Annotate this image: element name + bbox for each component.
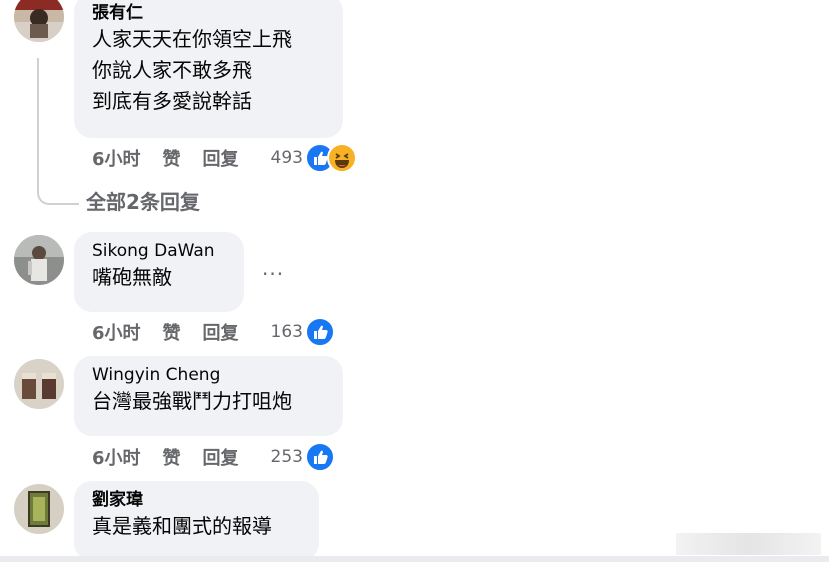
reaction-count[interactable]: 253 bbox=[271, 447, 303, 467]
like-button[interactable]: 赞 bbox=[163, 444, 181, 470]
reply-button[interactable]: 回复 bbox=[203, 319, 239, 345]
comment-time[interactable]: 6小时 bbox=[92, 145, 141, 171]
comment-text-line: 到底有多愛說幹話 bbox=[92, 89, 252, 113]
comment-actions: 6小时 赞 回复 163 bbox=[92, 317, 335, 347]
avatar[interactable] bbox=[14, 235, 64, 285]
watermark bbox=[676, 533, 821, 555]
avatar[interactable] bbox=[14, 359, 64, 409]
like-icon[interactable] bbox=[304, 442, 335, 472]
avatar-image bbox=[14, 484, 64, 534]
comment-bubble: 張有仁 人家天天在你領空上飛 你說人家不敢多飛 到底有多愛說幹話 bbox=[74, 0, 343, 138]
avatar[interactable] bbox=[14, 0, 64, 42]
comment-text-line: 你說人家不敢多飛 bbox=[92, 58, 252, 82]
comment-author[interactable]: Sikong DaWan bbox=[92, 240, 226, 262]
comment-text-line: 真是義和團式的報導 bbox=[92, 514, 272, 538]
comment-time[interactable]: 6小时 bbox=[92, 319, 141, 345]
comment-bubble: 劉家瑋 真是義和團式的報導 bbox=[74, 481, 319, 561]
comment-bubble: Sikong DaWan 嘴砲無敵 bbox=[74, 232, 244, 312]
avatar-image bbox=[14, 359, 64, 409]
avatar-image bbox=[14, 235, 64, 285]
thread-connector-line bbox=[37, 58, 79, 205]
avatar[interactable] bbox=[14, 484, 64, 534]
haha-icon[interactable] bbox=[326, 143, 357, 173]
comment-actions: 6小时 赞 回复 493 bbox=[92, 143, 357, 173]
comment-author[interactable]: Wingyin Cheng bbox=[92, 364, 325, 386]
comment-bubble: Wingyin Cheng 台灣最強戰鬥力打咀炮 bbox=[74, 356, 343, 436]
comment-text-line: 嘴砲無敵 bbox=[92, 265, 172, 289]
like-button[interactable]: 赞 bbox=[163, 319, 181, 345]
reply-button[interactable]: 回复 bbox=[203, 145, 239, 171]
comment-time[interactable]: 6小时 bbox=[92, 444, 141, 470]
comment-text-line: 人家天天在你領空上飛 bbox=[92, 27, 292, 51]
comment-text-line: 台灣最強戰鬥力打咀炮 bbox=[92, 389, 292, 413]
more-options-button[interactable]: ··· bbox=[262, 262, 284, 286]
reaction-count[interactable]: 493 bbox=[271, 148, 303, 168]
comment-author[interactable]: 劉家瑋 bbox=[92, 489, 301, 511]
comment-author[interactable]: 張有仁 bbox=[92, 2, 325, 24]
like-icon[interactable] bbox=[304, 317, 335, 347]
comment-actions: 6小时 赞 回复 253 bbox=[92, 442, 335, 472]
bottom-divider bbox=[0, 556, 829, 562]
avatar-image bbox=[14, 0, 64, 42]
like-button[interactable]: 赞 bbox=[163, 145, 181, 171]
view-all-replies-link[interactable]: 全部2条回复 bbox=[86, 186, 200, 215]
reply-button[interactable]: 回复 bbox=[203, 444, 239, 470]
reaction-count[interactable]: 163 bbox=[271, 322, 303, 342]
